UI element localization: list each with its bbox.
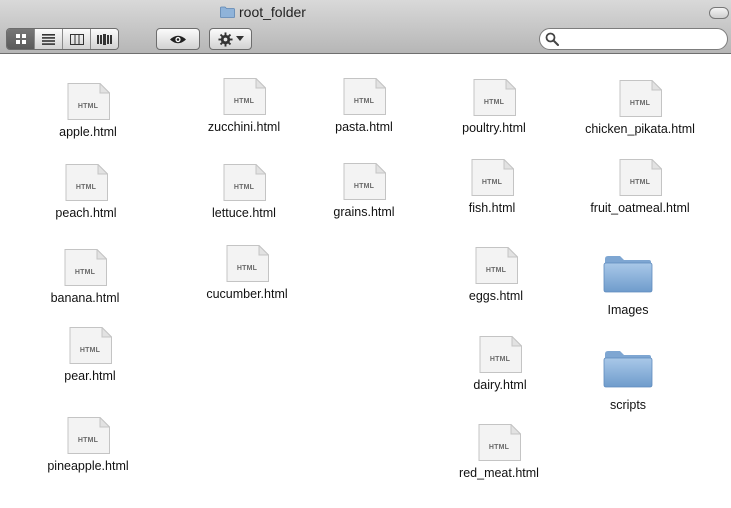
file-name-label: pasta.html — [335, 120, 393, 134]
html-file-icon: HTML — [470, 158, 515, 196]
search-field[interactable] — [539, 28, 728, 50]
folder-icon — [603, 256, 653, 293]
file-name-label: fish.html — [468, 201, 516, 215]
view-mode-segmented-control — [6, 28, 119, 50]
icon-view-icon — [15, 34, 26, 44]
html-badge-label: HTML — [233, 184, 255, 191]
file-name-label: pineapple.html — [47, 459, 129, 473]
file-name-label: red_meat.html — [459, 466, 539, 480]
html-badge-label: HTML — [489, 356, 511, 363]
file-item[interactable]: HTML poultry.html — [434, 78, 554, 135]
file-item[interactable]: HTML peach.html — [26, 163, 146, 220]
file-name-label: cucumber.html — [206, 287, 288, 301]
file-name-label: zucchini.html — [207, 120, 281, 134]
html-file-icon: HTML — [66, 82, 111, 120]
window-title: root_folder — [220, 3, 306, 21]
coverflow-view-icon — [97, 33, 112, 45]
file-item[interactable]: HTML lettuce.html — [184, 163, 304, 220]
file-name-label: fruit_oatmeal.html — [590, 201, 690, 215]
html-badge-label: HTML — [75, 184, 97, 191]
html-badge-label: HTML — [233, 98, 255, 105]
html-file-icon: HTML — [618, 158, 663, 196]
html-badge-label: HTML — [74, 269, 96, 276]
search-input[interactable] — [563, 30, 723, 48]
html-file-icon: HTML — [478, 335, 523, 373]
html-file-icon: HTML — [66, 416, 111, 454]
file-item[interactable]: HTML fish.html — [432, 158, 552, 215]
file-item[interactable]: HTML red_meat.html — [439, 423, 559, 480]
gear-icon — [217, 31, 233, 47]
file-item[interactable]: HTML eggs.html — [436, 246, 556, 303]
toolbar-toggle-button[interactable] — [709, 7, 729, 19]
html-file-icon: HTML — [222, 77, 267, 115]
file-name-label: apple.html — [59, 125, 117, 139]
html-badge-label: HTML — [629, 179, 651, 186]
folder-icon — [220, 6, 235, 18]
html-badge-label: HTML — [485, 267, 507, 274]
file-name-label: chicken_pikata.html — [585, 122, 695, 136]
html-file-icon: HTML — [474, 246, 519, 284]
html-badge-label: HTML — [236, 265, 258, 272]
html-file-icon: HTML — [477, 423, 522, 461]
file-item[interactable]: HTML dairy.html — [440, 335, 560, 392]
window-title-text: root_folder — [239, 4, 306, 20]
file-item[interactable]: HTML zucchini.html — [184, 77, 304, 134]
search-icon — [545, 32, 559, 46]
html-badge-label: HTML — [629, 100, 651, 107]
html-file-icon: HTML — [63, 248, 108, 286]
chevron-down-icon — [235, 36, 244, 41]
file-name-label: eggs.html — [468, 289, 524, 303]
file-name-label: pear.html — [64, 369, 116, 383]
finder-toolbar: root_folder — [0, 0, 731, 54]
html-badge-label: HTML — [79, 347, 101, 354]
html-badge-label: HTML — [488, 444, 510, 451]
file-item[interactable]: HTML pasta.html — [304, 77, 424, 134]
file-name-label: poultry.html — [462, 121, 526, 135]
file-name-label: Images — [607, 303, 649, 317]
file-name-label: lettuce.html — [212, 206, 276, 220]
folder-item[interactable]: Images — [568, 255, 688, 317]
file-item[interactable]: HTML pineapple.html — [28, 416, 148, 473]
list-view-icon — [42, 33, 55, 45]
html-badge-label: HTML — [483, 99, 505, 106]
html-file-icon: HTML — [225, 244, 270, 282]
column-view-button[interactable] — [63, 29, 91, 49]
file-name-label: scripts — [609, 398, 647, 412]
action-menu-button[interactable] — [209, 28, 252, 50]
html-badge-label: HTML — [77, 103, 99, 110]
file-item[interactable]: HTML apple.html — [28, 82, 148, 139]
file-name-label: peach.html — [55, 206, 117, 220]
file-name-label: grains.html — [333, 205, 395, 219]
file-item[interactable]: HTML pear.html — [30, 326, 150, 383]
html-file-icon: HTML — [64, 163, 109, 201]
html-file-icon: HTML — [472, 78, 517, 116]
html-file-icon: HTML — [342, 77, 387, 115]
icon-view-button[interactable] — [7, 29, 35, 49]
file-name-label: banana.html — [50, 291, 120, 305]
eye-icon — [170, 35, 186, 43]
coverflow-view-button[interactable] — [91, 29, 118, 49]
html-file-icon: HTML — [618, 79, 663, 117]
html-file-icon: HTML — [68, 326, 113, 364]
folder-icon — [603, 351, 653, 388]
html-badge-label: HTML — [353, 183, 375, 190]
file-item[interactable]: HTML fruit_oatmeal.html — [580, 158, 700, 215]
file-name-label: dairy.html — [473, 378, 527, 392]
html-file-icon: HTML — [222, 163, 267, 201]
list-view-button[interactable] — [35, 29, 63, 49]
html-badge-label: HTML — [353, 98, 375, 105]
column-view-icon — [69, 33, 84, 45]
file-item[interactable]: HTML grains.html — [304, 162, 424, 219]
html-file-icon: HTML — [342, 162, 387, 200]
html-badge-label: HTML — [77, 437, 99, 444]
folder-item[interactable]: scripts — [568, 350, 688, 412]
html-badge-label: HTML — [481, 179, 503, 186]
file-item[interactable]: HTML banana.html — [25, 248, 145, 305]
file-item[interactable]: HTML cucumber.html — [187, 244, 307, 301]
quick-look-button[interactable] — [156, 28, 200, 50]
file-item[interactable]: HTML chicken_pikata.html — [580, 79, 700, 136]
